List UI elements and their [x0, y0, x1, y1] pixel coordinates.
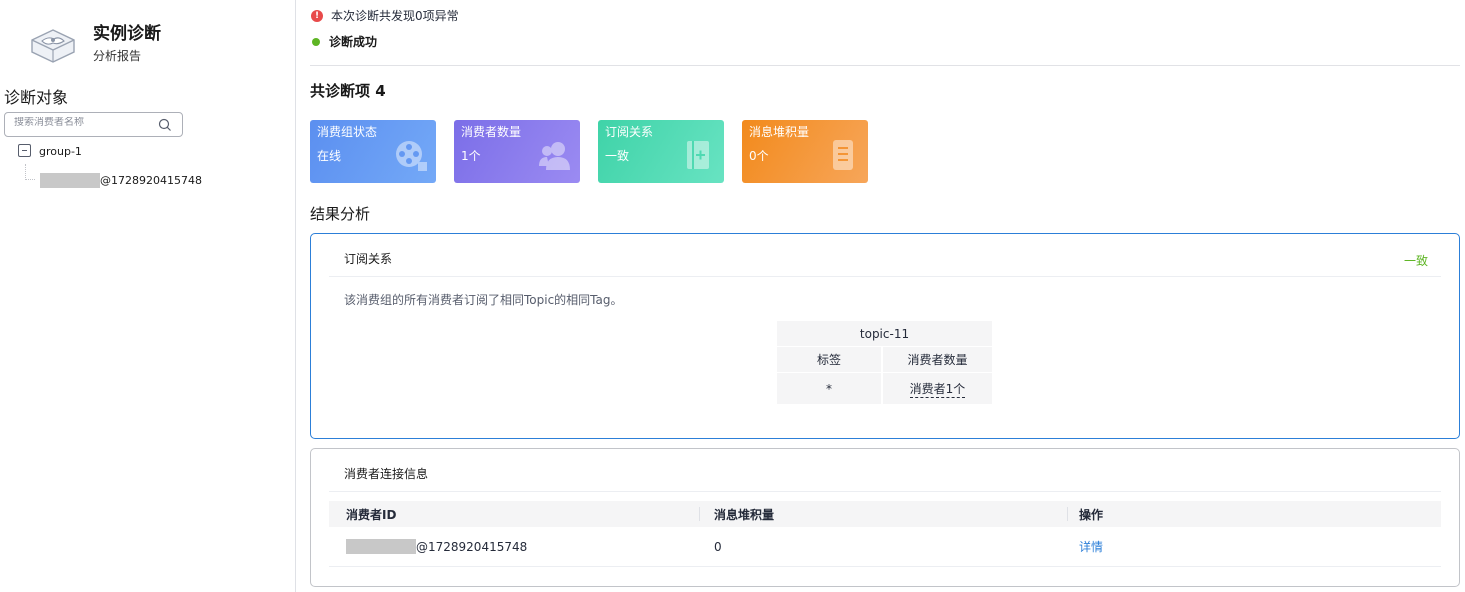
topic-name: topic-11 — [777, 321, 992, 347]
subscription-panel: 订阅关系 一致 该消费组的所有消费者订阅了相同Topic的相同Tag。 topi… — [310, 233, 1460, 439]
card-value: 1个 — [461, 149, 481, 163]
cell-backlog: 0 — [714, 539, 722, 554]
consumer-id-suffix: @1728920415748 — [100, 173, 202, 187]
divider — [310, 65, 1460, 66]
cell-tag: * — [777, 373, 883, 404]
tree-connector — [25, 164, 35, 180]
masked-consumer-prefix — [346, 539, 416, 554]
header-backlog: 消息堆积量 — [714, 507, 775, 522]
card-title: 消息堆积量 — [749, 125, 810, 139]
tree-node-consumer[interactable]: @1728920415748 — [40, 172, 202, 188]
users-icon — [539, 142, 570, 170]
success-dot-icon — [312, 37, 320, 46]
masked-consumer-prefix — [40, 172, 100, 188]
card-subscription: 订阅关系 一致 — [598, 120, 724, 183]
error-icon: ! — [311, 9, 323, 22]
objects-title: 诊断对象 — [4, 88, 69, 107]
cell-consumer-count-cell: 消费者1个 — [883, 373, 992, 404]
app-subtitle: 分析报告 — [93, 49, 142, 63]
header-consumer-id: 消费者ID — [346, 507, 397, 522]
connection-panel: 消费者连接信息 消费者ID 消息堆积量 操作 @1728920415748 0 … — [310, 448, 1460, 587]
alert-text: 本次诊断共发现0项异常 — [331, 9, 459, 23]
table-row: @1728920415748 0 详情 — [329, 527, 1441, 567]
card-title: 消费者数量 — [461, 125, 522, 139]
document-icon — [833, 140, 853, 170]
header-consumer-count: 消费者数量 — [883, 347, 992, 373]
details-link[interactable]: 详情 — [1079, 540, 1103, 554]
card-consumer-count: 消费者数量 1个 — [454, 120, 580, 183]
panel-title: 订阅关系 — [344, 252, 393, 266]
app-title: 实例诊断 — [93, 24, 161, 44]
search-box — [4, 112, 183, 137]
subscription-status: 一致 — [1403, 254, 1428, 268]
diagnosis-status: 诊断成功 — [311, 33, 377, 50]
card-value: 一致 — [605, 149, 630, 163]
table-header: 消费者ID 消息堆积量 操作 — [329, 501, 1441, 527]
main-content: ! 本次诊断共发现0项异常 诊断成功 共诊断项 4 消费组状态 在线 消费者数量… — [297, 0, 1465, 592]
subscription-description: 该消费组的所有消费者订阅了相同Topic的相同Tag。 — [344, 293, 623, 307]
cell-consumer-id: @1728920415748 — [329, 539, 699, 554]
card-value: 0个 — [749, 149, 769, 163]
panel-divider — [329, 276, 1441, 277]
result-analysis-title: 结果分析 — [310, 205, 371, 223]
connection-table: 消费者ID 消息堆积量 操作 @1728920415748 0 详情 — [329, 501, 1441, 567]
tree-collapse-icon[interactable] — [18, 144, 31, 157]
search-icon[interactable] — [158, 118, 172, 132]
card-value: 在线 — [317, 149, 342, 163]
diagnosis-box-icon — [31, 29, 75, 63]
card-title: 消费组状态 — [317, 125, 378, 139]
header-action: 操作 — [1079, 507, 1104, 522]
card-title: 订阅关系 — [605, 125, 654, 139]
alert-message: ! 本次诊断共发现0项异常 — [311, 7, 459, 24]
diagnosis-count-title: 共诊断项 4 — [310, 82, 386, 100]
consumer-id-suffix: @1728920415748 — [416, 539, 528, 554]
card-consumer-group-status: 消费组状态 在线 — [310, 120, 436, 183]
tree-node-group[interactable]: group-1 — [39, 145, 82, 158]
consumer-count-link[interactable]: 消费者1个 — [909, 382, 966, 398]
card-message-backlog: 消息堆积量 0个 — [742, 120, 868, 183]
film-reel-icon — [396, 141, 427, 171]
sidebar: 实例诊断 分析报告 诊断对象 group-1 @1728920415748 — [0, 0, 296, 592]
search-input[interactable] — [14, 117, 154, 128]
book-plus-icon — [687, 141, 709, 169]
status-text: 诊断成功 — [329, 35, 378, 49]
panel-divider — [329, 491, 1441, 492]
header-tag: 标签 — [777, 347, 883, 373]
panel-title: 消费者连接信息 — [344, 467, 429, 481]
topic-table: topic-11 标签 消费者数量 * 消费者1个 — [777, 321, 992, 404]
